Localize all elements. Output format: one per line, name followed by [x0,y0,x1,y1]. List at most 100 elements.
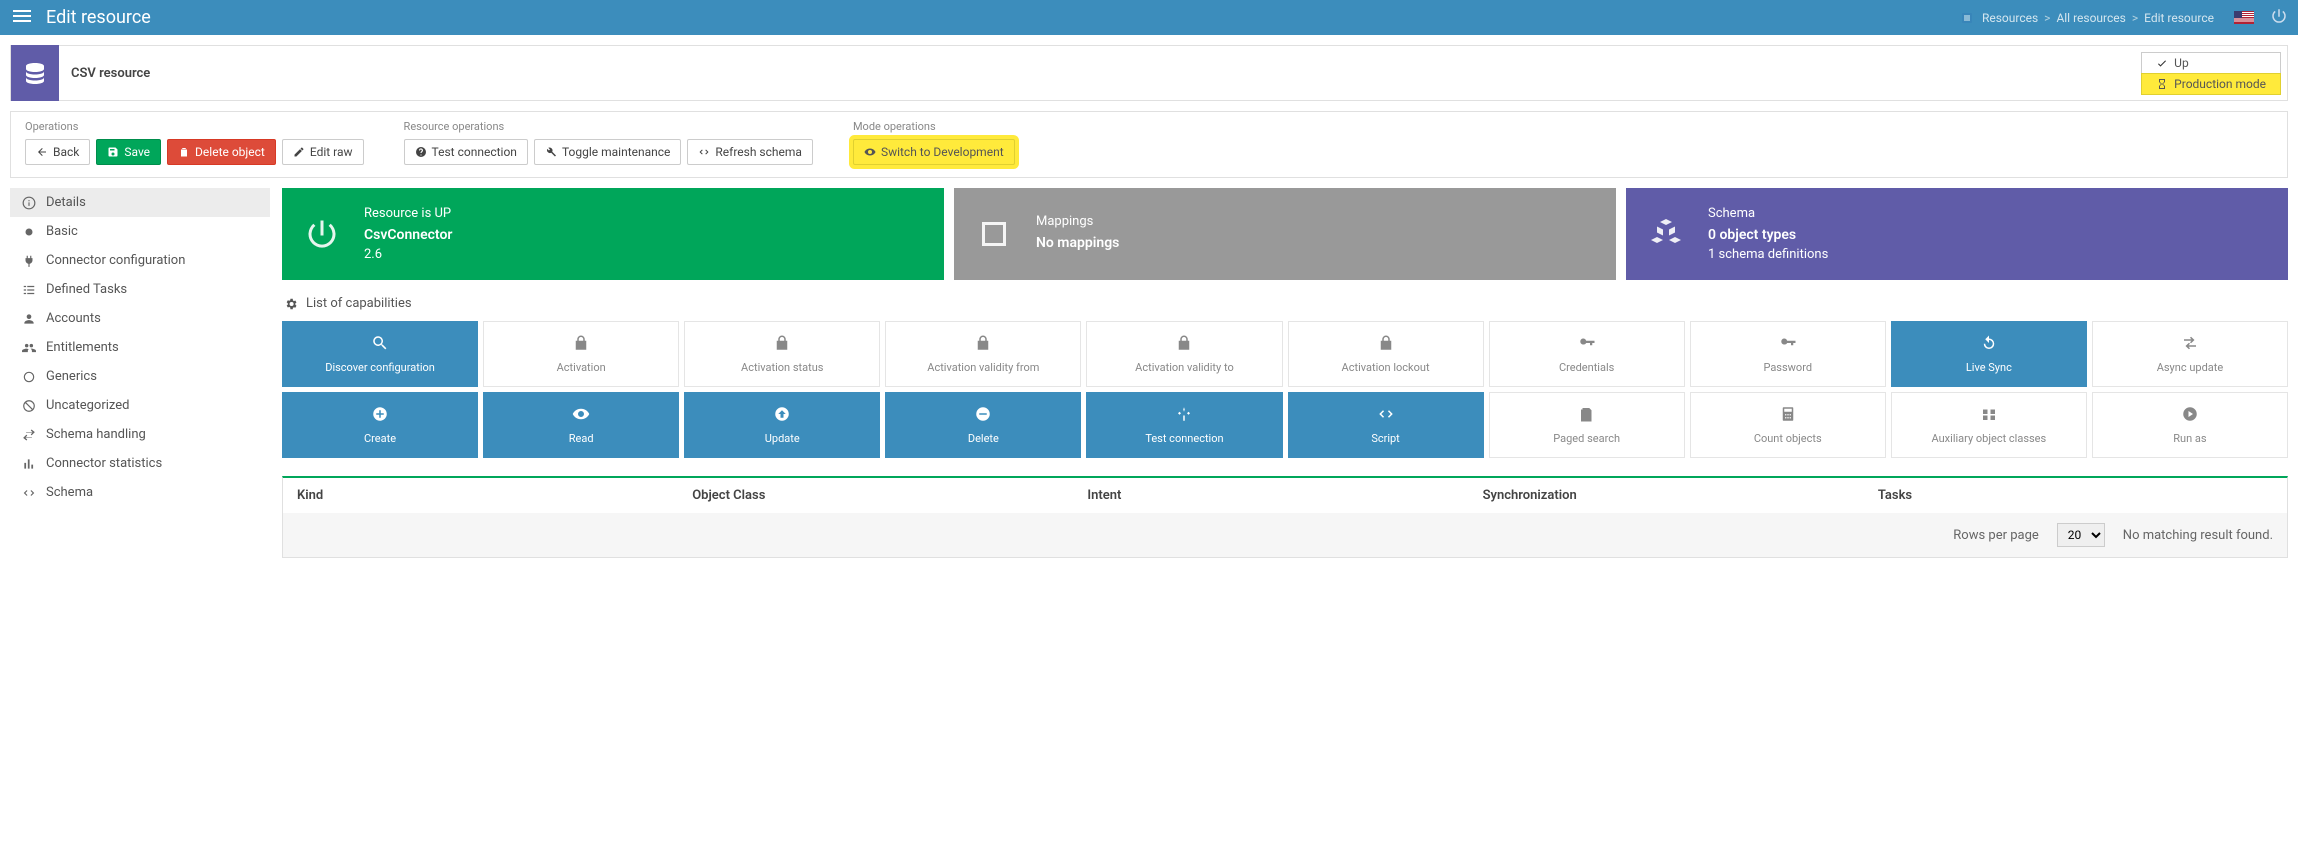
capability-activation-validity-from[interactable]: Activation validity from [885,321,1081,387]
capability-label: Run as [2173,432,2206,445]
th-kind: Kind [297,488,692,503]
capability-update[interactable]: Update [684,392,880,458]
signal-icon [1175,405,1193,426]
minus-icon [974,405,992,426]
sidebar-item-details[interactable]: Details [10,188,270,217]
capability-label: Activation [557,361,606,374]
breadcrumb-sep: > [2132,11,2138,25]
capability-paged-search[interactable]: Paged search [1489,392,1685,458]
capability-live-sync[interactable]: Live Sync [1891,321,2087,387]
resource-header: CSV resource Up Production mode [10,45,2288,101]
card-line2: 1 schema definitions [1708,247,1828,262]
capability-label: Password [1763,361,1812,374]
user-icon [22,312,36,326]
switch-dev-label: Switch to Development [881,145,1004,159]
capability-credentials[interactable]: Credentials [1489,321,1685,387]
capability-delete[interactable]: Delete [885,392,1081,458]
gear-icon [284,297,298,311]
toggle-maintenance-button[interactable]: Toggle maintenance [534,139,681,165]
code-icon [1377,405,1395,426]
capability-label: Live Sync [1966,361,2012,374]
details-content: Resource is UP CsvConnector 2.6 Mappings… [282,188,2288,558]
sidebar-item-basic[interactable]: Basic [10,217,270,246]
capability-count-objects[interactable]: Count objects [1690,392,1886,458]
refresh-schema-button[interactable]: Refresh schema [687,139,813,165]
capability-label: Paged search [1553,432,1620,445]
table-footer: Rows per page 20 No matching result foun… [283,513,2287,557]
capability-script[interactable]: Script [1288,392,1484,458]
sidebar-item-connector-configuration[interactable]: Connector configuration [10,246,270,275]
rows-per-page-label: Rows per page [1953,528,2039,543]
capability-test-connection[interactable]: Test connection [1086,392,1282,458]
test-connection-button[interactable]: Test connection [404,139,528,165]
sidebar-item-uncategorized[interactable]: Uncategorized [10,391,270,420]
sidebar-item-label: Connector configuration [46,253,185,268]
key-icon [1578,334,1596,355]
pencil-icon [293,146,305,158]
code-icon [698,146,710,158]
save-button[interactable]: Save [96,139,161,165]
mappings-card[interactable]: Mappings No mappings [954,188,1616,280]
capability-read[interactable]: Read [483,392,679,458]
status-mode-label: Production mode [2174,77,2266,91]
capability-activation-lockout[interactable]: Activation lockout [1288,321,1484,387]
th-object-class: Object Class [692,488,1087,503]
plus-icon [371,405,389,426]
capability-async-update[interactable]: Async update [2092,321,2288,387]
card-title: Schema [1708,206,1828,221]
capability-activation[interactable]: Activation [483,321,679,387]
ops-label: Operations [25,120,364,133]
resource-type-icon [11,45,59,101]
sidebar-item-label: Schema [46,485,93,500]
resource-status-card[interactable]: Resource is UP CsvConnector 2.6 [282,188,944,280]
capability-password[interactable]: Password [1690,321,1886,387]
eye-icon [864,146,876,158]
sidebar-item-connector-statistics[interactable]: Connector statistics [10,449,270,478]
circle-icon [22,225,36,239]
sidebar-item-entitlements[interactable]: Entitlements [10,333,270,362]
capability-auxiliary-object-classes[interactable]: Auxiliary object classes [1891,392,2087,458]
breadcrumb-item[interactable]: Resources [1982,11,2038,25]
capability-discover-configuration[interactable]: Discover configuration [282,321,478,387]
resource-name: CSV resource [71,66,150,81]
question-icon [415,146,427,158]
capability-run-as[interactable]: Run as [2092,392,2288,458]
ops-label: Resource operations [404,120,813,133]
sidebar-item-label: Accounts [46,311,101,326]
logout-icon[interactable] [2270,7,2288,29]
capability-label: Create [364,432,396,445]
delete-object-button[interactable]: Delete object [167,139,276,165]
schema-card[interactable]: Schema 0 object types 1 schema definitio… [1626,188,2288,280]
wrench-icon [545,146,557,158]
locale-flag-icon[interactable] [2234,11,2254,24]
sidebar-item-label: Schema handling [46,427,146,442]
capabilities-header-label: List of capabilities [306,296,412,311]
ops-group-operations: Operations Back Save Delete object Edit … [25,120,364,165]
capability-label: Update [765,432,800,445]
up-icon [773,405,791,426]
sidebar-item-defined-tasks[interactable]: Defined Tasks [10,275,270,304]
breadcrumb-item[interactable]: All resources [2056,11,2125,25]
edit-raw-button[interactable]: Edit raw [282,139,364,165]
rows-per-page-select[interactable]: 20 [2057,523,2105,547]
sidebar-item-label: Entitlements [46,340,119,355]
sidebar-item-schema[interactable]: Schema [10,478,270,507]
sidebar-item-schema-handling[interactable]: Schema handling [10,420,270,449]
code-icon [22,486,36,500]
sidebar-item-generics[interactable]: Generics [10,362,270,391]
capability-activation-validity-to[interactable]: Activation validity to [1086,321,1282,387]
breadcrumb-item[interactable]: Edit resource [2144,11,2214,25]
capability-create[interactable]: Create [282,392,478,458]
summary-cards: Resource is UP CsvConnector 2.6 Mappings… [282,188,2288,280]
page-title: Edit resource [46,7,151,28]
card-connector: CsvConnector [364,227,452,243]
capability-label: Test connection [1145,432,1223,445]
capability-label: Auxiliary object classes [1932,432,2047,445]
back-button[interactable]: Back [25,139,90,165]
menu-toggle-icon[interactable] [10,4,34,32]
sidebar-item-accounts[interactable]: Accounts [10,304,270,333]
table-header: Kind Object Class Intent Synchronization… [283,478,2287,513]
capability-activation-status[interactable]: Activation status [684,321,880,387]
switch-dev-button[interactable]: Switch to Development [853,139,1015,165]
card-title: Resource is UP [364,206,452,221]
